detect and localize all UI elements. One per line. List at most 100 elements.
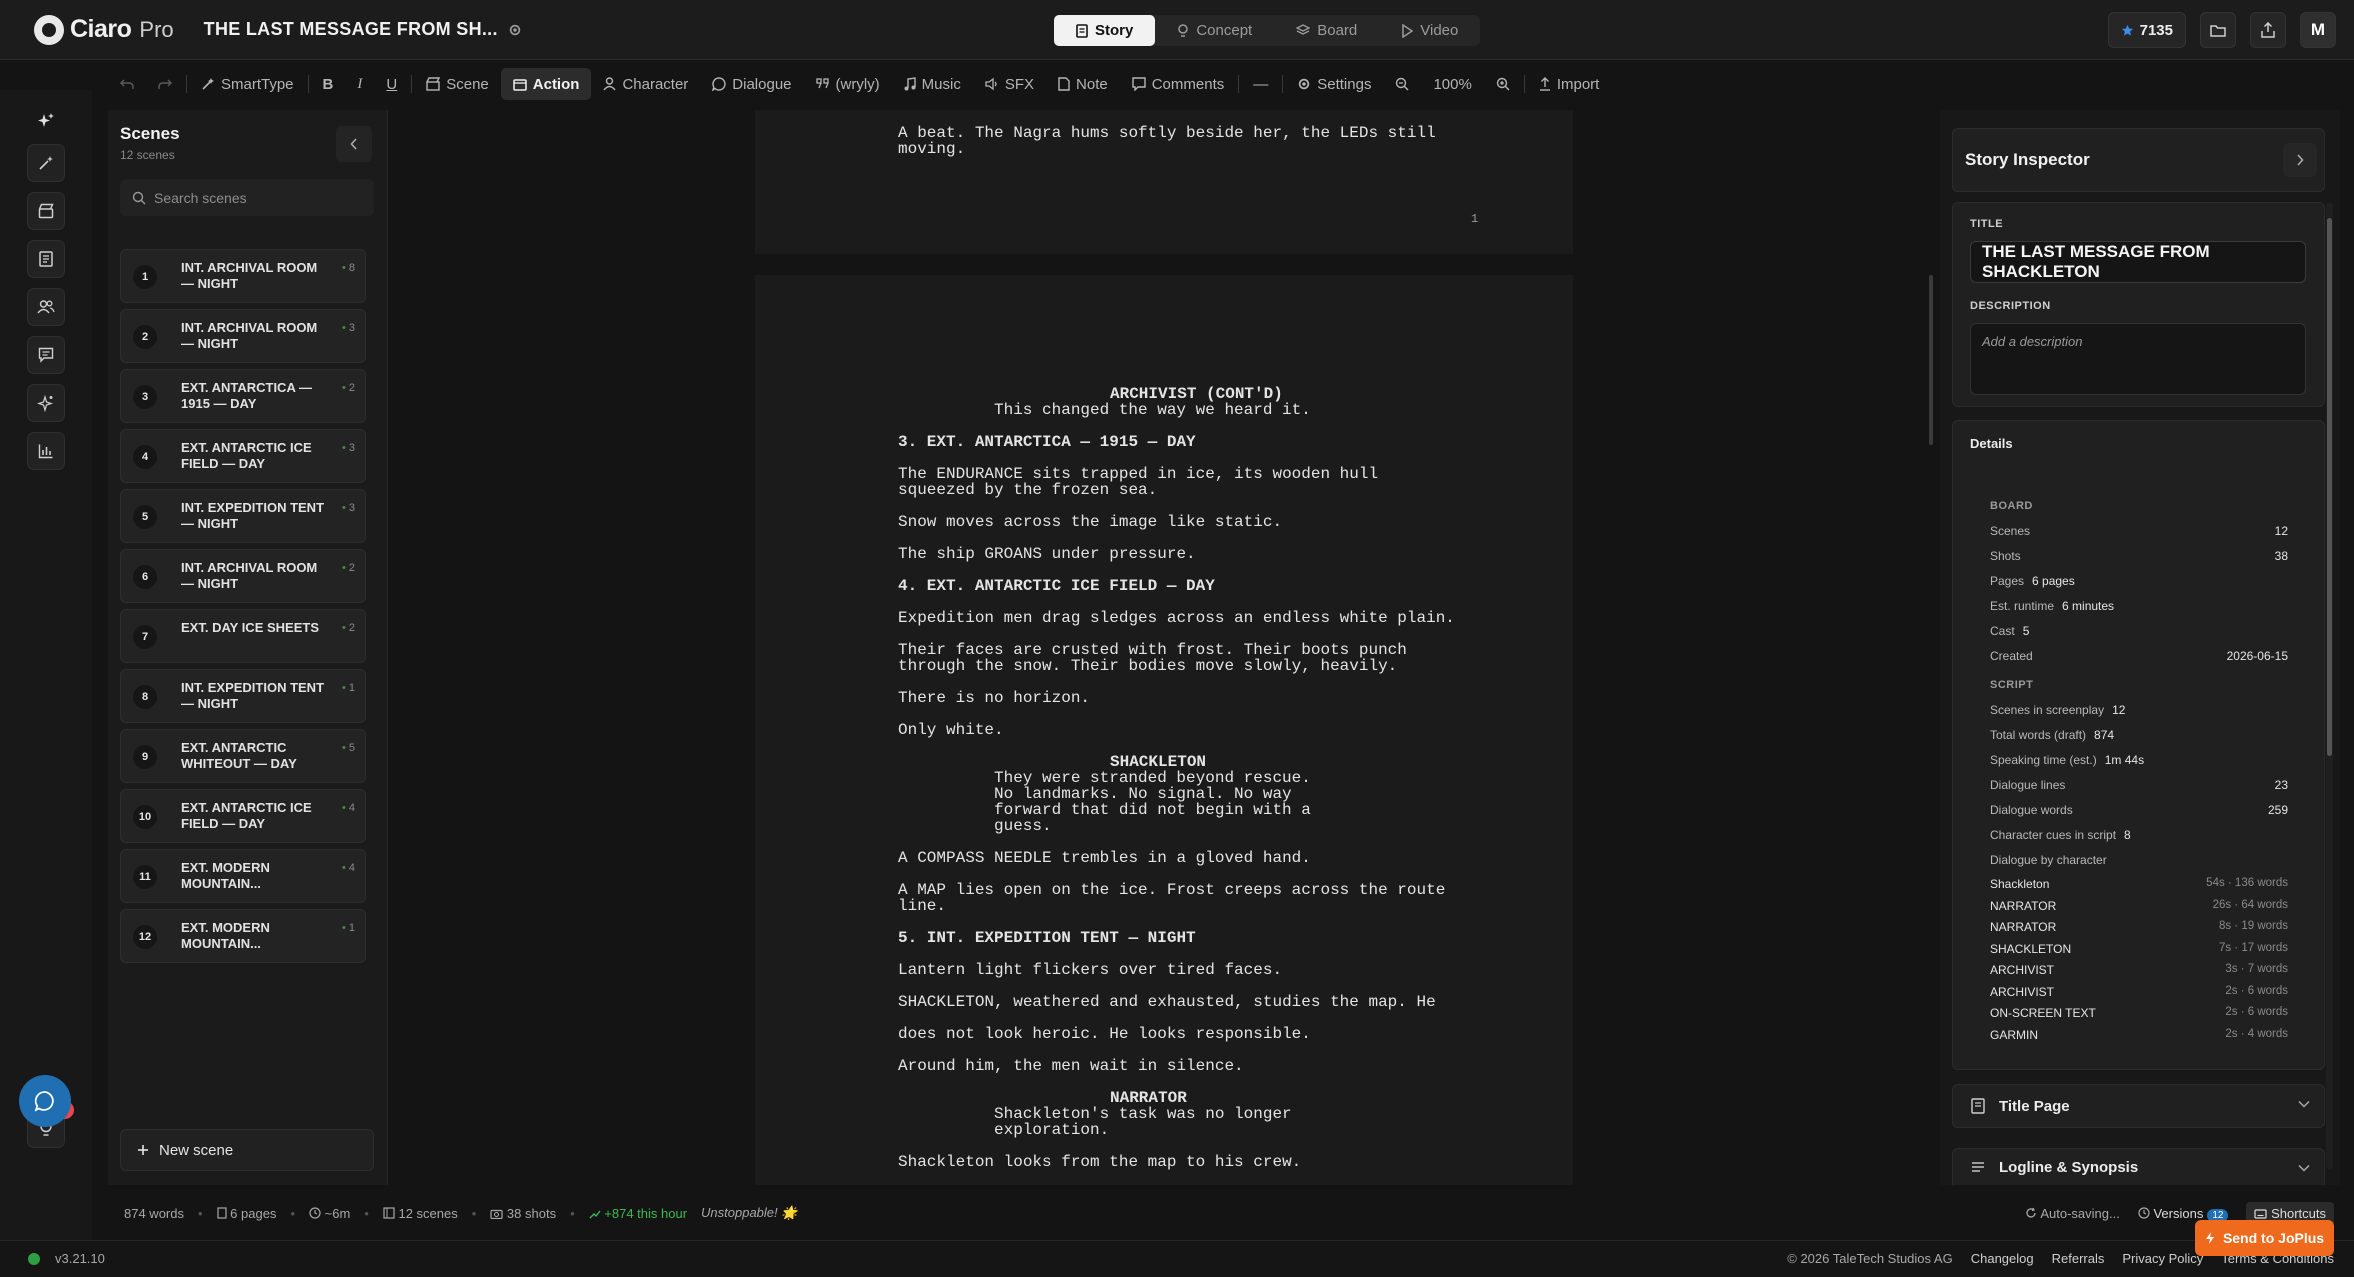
scene-list-item[interactable]: 9 EXT. ANTARCTIC WHITEOUT — DAY 5	[120, 729, 366, 783]
action-line[interactable]: Lantern light flickers over tired faces.	[898, 962, 1282, 978]
rail-ai-button[interactable]	[27, 102, 65, 140]
smarttype-button[interactable]: SmartType	[189, 68, 306, 100]
action-line[interactable]: through the snow. Their bodies move slow…	[898, 658, 1397, 674]
rail-effects-button[interactable]	[27, 384, 65, 422]
dialogue-line[interactable]: forward that did not begin with a	[994, 802, 1311, 818]
share-button[interactable]	[2250, 12, 2286, 48]
action-line[interactable]: Their faces are crusted with frost. Thei…	[898, 642, 1407, 658]
dialogue-line[interactable]: No landmarks. No signal. No way	[994, 786, 1292, 802]
scene-heading[interactable]: 5. INT. EXPEDITION TENT — NIGHT	[898, 930, 1196, 946]
action-line[interactable]: Only white.	[898, 722, 1004, 738]
gear-icon[interactable]	[508, 23, 522, 37]
description-field[interactable]: Add a description	[1970, 323, 2306, 395]
horizontal-rule-button[interactable]: —	[1241, 68, 1280, 100]
close-inspector-button[interactable]	[2283, 143, 2317, 177]
parenthetical-element-button[interactable]: (wryly)	[804, 68, 892, 100]
rail-script-button[interactable]	[27, 240, 65, 278]
scene-heading[interactable]: 3. EXT. ANTARCTICA — 1915 — DAY	[898, 434, 1196, 450]
zoom-out-button[interactable]	[1383, 68, 1421, 100]
rail-scenes-button[interactable]	[27, 192, 65, 230]
versions-button[interactable]: Versions 12	[2138, 1206, 2229, 1222]
scene-list-item[interactable]: 4 EXT. ANTARCTIC ICE FIELD — DAY 3	[120, 429, 366, 483]
action-line[interactable]: A MAP lies open on the ice. Frost creeps…	[898, 882, 1445, 898]
action-line[interactable]: Snow moves across the image like static.	[898, 514, 1282, 530]
scene-list-item[interactable]: 2 INT. ARCHIVAL ROOM — NIGHT 3	[120, 309, 366, 363]
action-line[interactable]: squeezed by the frozen sea.	[898, 482, 1157, 498]
rail-comments-button[interactable]	[27, 336, 65, 374]
send-to-joplus-button[interactable]: Send to JoPlus	[2195, 1220, 2334, 1256]
app-logo[interactable]: Ciaro Pro	[34, 14, 174, 45]
underline-button[interactable]: U	[374, 68, 409, 100]
action-element-button[interactable]: Action	[500, 68, 592, 100]
import-button[interactable]: Import	[1527, 68, 1612, 100]
search-input[interactable]	[154, 189, 354, 206]
action-line[interactable]: A beat. The Nagra hums softly beside her…	[898, 125, 1436, 141]
character-cue[interactable]: SHACKLETON	[1110, 754, 1206, 770]
document-title[interactable]: THE LAST MESSAGE FROM SH...	[204, 19, 498, 40]
script-page[interactable]: ARCHIVIST (CONT'D) This changed the way …	[755, 275, 1573, 1185]
inspector-scroll-thumb[interactable]	[2327, 218, 2332, 756]
script-page[interactable]: A beat. The Nagra hums softly beside her…	[755, 110, 1573, 254]
action-line[interactable]: Around him, the men wait in silence.	[898, 1058, 1244, 1074]
action-line[interactable]: The ship GROANS under pressure.	[898, 546, 1196, 562]
action-line[interactable]: does not look heroic. He looks responsib…	[898, 1026, 1311, 1042]
italic-button[interactable]: I	[345, 68, 374, 100]
rail-wand-button[interactable]	[27, 144, 65, 182]
character-cue[interactable]: NARRATOR	[1110, 1090, 1187, 1106]
footer-link-changelog[interactable]: Changelog	[1971, 1251, 2034, 1266]
footer-link-privacy[interactable]: Privacy Policy	[2122, 1251, 2203, 1266]
dialogue-line[interactable]: guess.	[994, 818, 1052, 834]
editor-scrollbar[interactable]	[1929, 275, 1933, 445]
footer-link-referrals[interactable]: Referrals	[2052, 1251, 2105, 1266]
scene-list-item[interactable]: 5 INT. EXPEDITION TENT — NIGHT 3	[120, 489, 366, 543]
action-line[interactable]: There is no horizon.	[898, 690, 1090, 706]
scene-list-item[interactable]: 1 INT. ARCHIVAL ROOM — NIGHT 8	[120, 249, 366, 303]
mode-board[interactable]: Board	[1274, 15, 1379, 46]
scene-list-item[interactable]: 3 EXT. ANTARCTICA — 1915 — DAY 2	[120, 369, 366, 423]
scene-element-button[interactable]: Scene	[414, 68, 501, 100]
action-line[interactable]: The ENDURANCE sits trapped in ice, its w…	[898, 466, 1378, 482]
scene-heading[interactable]: 4. EXT. ANTARCTIC ICE FIELD — DAY	[898, 578, 1215, 594]
scene-list-item[interactable]: 7 EXT. DAY ICE SHEETS 2	[120, 609, 366, 663]
dialogue-line[interactable]: This changed the way we heard it.	[994, 402, 1311, 418]
action-line[interactable]: SHACKLETON, weathered and exhausted, stu…	[898, 994, 1436, 1010]
action-line[interactable]: Shackleton looks from the map to his cre…	[898, 1154, 1301, 1170]
title-page-section[interactable]: Title Page	[1952, 1084, 2325, 1128]
action-line[interactable]: moving.	[898, 141, 965, 157]
logline-section[interactable]: Logline & Synopsis	[1952, 1148, 2325, 1185]
action-line[interactable]: A COMPASS NEEDLE trembles in a gloved ha…	[898, 850, 1311, 866]
title-field[interactable]: THE LAST MESSAGE FROM SHACKLETON	[1970, 241, 2306, 283]
rail-characters-button[interactable]	[27, 288, 65, 326]
scene-list-item[interactable]: 10 EXT. ANTARCTIC ICE FIELD — DAY 4	[120, 789, 366, 843]
comments-button[interactable]: Comments	[1120, 68, 1237, 100]
dialogue-line[interactable]: Shackleton's task was no longer	[994, 1106, 1292, 1122]
scene-list-item[interactable]: 8 INT. EXPEDITION TENT — NIGHT 1	[120, 669, 366, 723]
scene-list-item[interactable]: 11 EXT. MODERN MOUNTAIN... 4	[120, 849, 366, 903]
note-element-button[interactable]: Note	[1046, 68, 1120, 100]
mode-concept[interactable]: Concept	[1155, 15, 1274, 46]
character-element-button[interactable]: Character	[591, 68, 700, 100]
mode-story[interactable]: Story	[1054, 15, 1156, 46]
collapse-panel-button[interactable]	[336, 126, 372, 162]
new-scene-button[interactable]: New scene	[120, 1129, 374, 1171]
credits-button[interactable]: 7135	[2107, 12, 2186, 48]
action-line[interactable]: line.	[898, 898, 946, 914]
zoom-in-button[interactable]	[1484, 68, 1522, 100]
action-line[interactable]: Expedition men drag sledges across an en…	[898, 610, 1455, 626]
sfx-element-button[interactable]: SFX	[973, 68, 1046, 100]
music-element-button[interactable]: Music	[892, 68, 973, 100]
character-cue[interactable]: ARCHIVIST (CONT'D)	[1110, 386, 1283, 402]
bold-button[interactable]: B	[311, 68, 346, 100]
rail-stats-button[interactable]	[27, 432, 65, 470]
undo-button[interactable]	[108, 68, 146, 100]
dialogue-line[interactable]: They were stranded beyond rescue.	[994, 770, 1311, 786]
settings-button[interactable]: Settings	[1285, 68, 1383, 100]
scene-list-item[interactable]: 6 INT. ARCHIVAL ROOM — NIGHT 2	[120, 549, 366, 603]
redo-button[interactable]	[146, 68, 184, 100]
dialogue-line[interactable]: exploration.	[994, 1122, 1109, 1138]
mode-video[interactable]: Video	[1379, 15, 1480, 46]
dialogue-element-button[interactable]: Dialogue	[700, 68, 803, 100]
scene-list-item[interactable]: 12 EXT. MODERN MOUNTAIN... 1	[120, 909, 366, 963]
avatar[interactable]: M	[2300, 12, 2336, 48]
chat-button[interactable]	[19, 1075, 71, 1127]
